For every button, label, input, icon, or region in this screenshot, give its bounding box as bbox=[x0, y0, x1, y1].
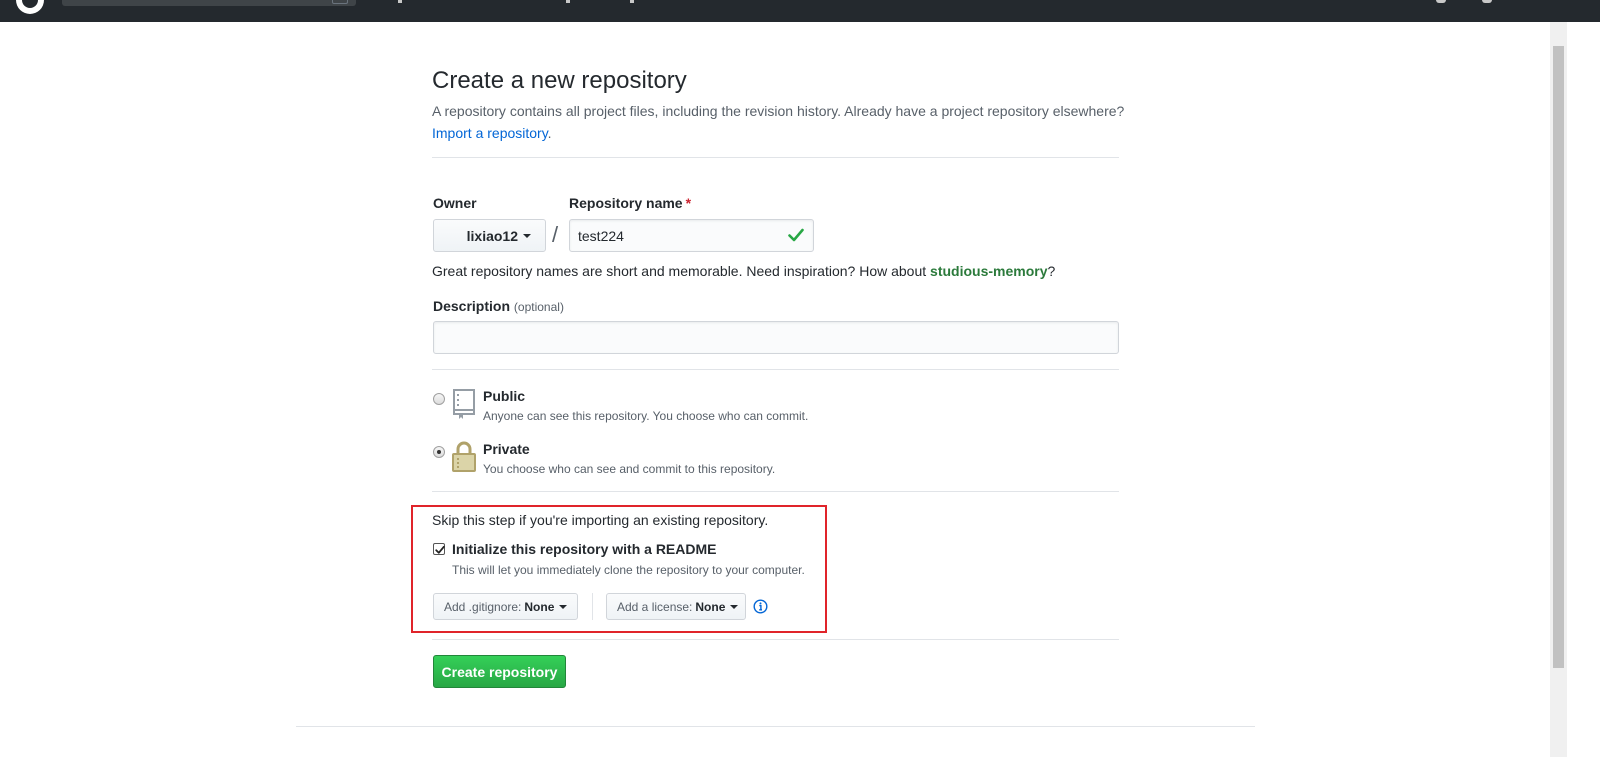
chevron-down-icon bbox=[559, 604, 568, 609]
owner-value: lixiao12 bbox=[466, 227, 518, 244]
chevron-down-icon bbox=[730, 604, 739, 609]
private-description: You choose who can see and commit to thi… bbox=[483, 462, 776, 476]
owner-label: Owner bbox=[433, 195, 477, 211]
import-repository-link[interactable]: Import a repository bbox=[432, 125, 548, 141]
license-dropdown[interactable]: Add a license: None bbox=[606, 593, 746, 620]
owner-dropdown[interactable]: lixiao12 bbox=[433, 219, 546, 252]
skip-step-text: Skip this step if you're importing an ex… bbox=[432, 512, 769, 528]
subtitle-period: . bbox=[547, 125, 552, 141]
description-label: Description (optional) bbox=[433, 298, 564, 314]
page-title: Create a new repository bbox=[432, 67, 687, 94]
readme-label[interactable]: Initialize this repository with a README bbox=[452, 541, 716, 557]
header-nav-item[interactable] bbox=[566, 0, 570, 3]
divider bbox=[432, 639, 1119, 640]
license-value: None bbox=[695, 599, 726, 614]
name-suggestion-link[interactable]: studious-memory bbox=[930, 263, 1047, 279]
gitignore-label: Add .gitignore: bbox=[444, 599, 522, 614]
page-subtitle: A repository contains all project files,… bbox=[432, 100, 1132, 144]
hint-suffix: ? bbox=[1047, 263, 1056, 279]
gitignore-value: None bbox=[524, 599, 555, 614]
readme-checkbox[interactable] bbox=[433, 543, 445, 555]
required-mark: * bbox=[685, 195, 692, 211]
repo-name-label: Repository name * bbox=[569, 195, 691, 211]
footer-divider bbox=[296, 726, 1255, 727]
info-icon[interactable] bbox=[753, 599, 768, 614]
private-title[interactable]: Private bbox=[483, 441, 530, 457]
header-nav-item[interactable] bbox=[398, 0, 402, 3]
private-radio[interactable] bbox=[433, 446, 445, 458]
search-shortcut-icon bbox=[332, 0, 348, 4]
chevron-down-icon bbox=[523, 233, 531, 238]
repository-name-input[interactable] bbox=[569, 219, 814, 252]
scrollbar[interactable] bbox=[1550, 22, 1567, 757]
button-separator bbox=[592, 593, 593, 620]
user-menu-icon[interactable] bbox=[1482, 0, 1492, 3]
hint-text: Great repository names are short and mem… bbox=[432, 263, 931, 279]
license-label: Add a license: bbox=[617, 599, 693, 614]
create-repository-button[interactable]: Create repository bbox=[433, 655, 566, 688]
checkmark-icon bbox=[435, 545, 445, 554]
header-bar bbox=[0, 0, 1600, 22]
divider bbox=[432, 491, 1119, 492]
description-input[interactable] bbox=[433, 321, 1119, 354]
divider bbox=[432, 157, 1119, 158]
repo-name-label-text: Repository name bbox=[569, 195, 683, 211]
description-label-text: Description bbox=[433, 298, 511, 314]
github-logo-icon[interactable] bbox=[14, 0, 46, 14]
subtitle-text: A repository contains all project files,… bbox=[432, 103, 1125, 119]
scrollbar-thumb[interactable] bbox=[1553, 46, 1564, 668]
optional-tag: (optional) bbox=[513, 300, 564, 314]
repo-book-icon bbox=[453, 389, 475, 419]
check-icon bbox=[788, 228, 804, 242]
divider bbox=[432, 369, 1119, 370]
header-nav-item[interactable] bbox=[630, 0, 634, 3]
public-radio[interactable] bbox=[433, 393, 445, 405]
readme-description: This will let you immediately clone the … bbox=[452, 563, 805, 577]
repo-name-hint: Great repository names are short and mem… bbox=[432, 263, 1055, 279]
notifications-icon[interactable] bbox=[1436, 0, 1446, 3]
public-title[interactable]: Public bbox=[483, 388, 525, 404]
header-search-input[interactable] bbox=[62, 0, 356, 6]
lock-icon bbox=[452, 441, 476, 472]
gitignore-dropdown[interactable]: Add .gitignore: None bbox=[433, 593, 578, 620]
public-description: Anyone can see this repository. You choo… bbox=[483, 409, 809, 423]
owner-repo-separator: / bbox=[552, 222, 559, 247]
